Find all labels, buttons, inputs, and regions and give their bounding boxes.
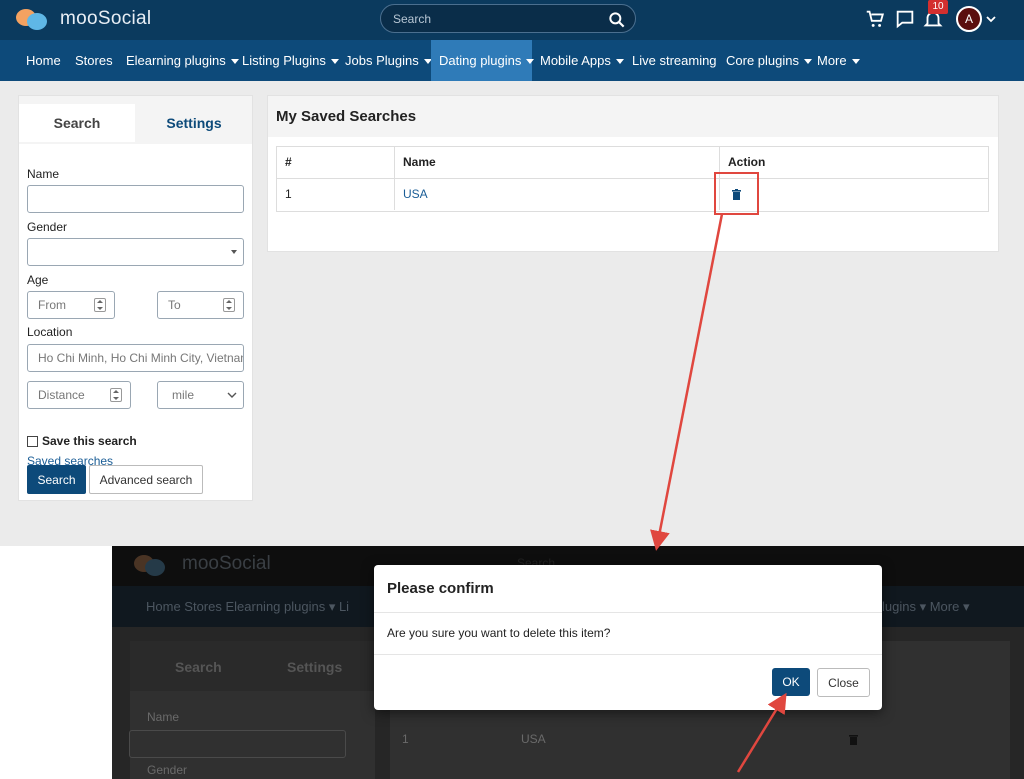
avatar[interactable]: A (956, 6, 982, 32)
dimmed-tab-search: Search (175, 659, 222, 675)
dialog-divider (374, 654, 882, 655)
age-to-placeholder: To (168, 298, 181, 312)
highlight-box (714, 172, 759, 215)
nav-item-home[interactable]: Home (18, 40, 69, 81)
nav-label: Listing Plugins (242, 53, 326, 68)
unit-value: mile (172, 388, 195, 402)
column-header-name: Name (395, 147, 720, 178)
confirm-dialog: Please confirm Are you sure you want to … (374, 565, 882, 710)
nav-label: Core plugins (726, 53, 799, 68)
nav-label: More (817, 53, 847, 68)
location-label: Location (27, 325, 73, 339)
nav-label: Jobs Plugins (345, 53, 419, 68)
dimmed-row-name: USA (521, 732, 546, 746)
dimmed-row-num: 1 (402, 732, 409, 746)
nav-item-stores[interactable]: Stores (67, 40, 121, 81)
search-box (380, 4, 636, 33)
close-button[interactable]: Close (817, 668, 870, 697)
distance-field[interactable]: Distance (27, 381, 131, 409)
dimmed-app-name: mooSocial (182, 553, 271, 574)
distance-placeholder: Distance (38, 388, 85, 402)
nav-label: Dating plugins (439, 53, 522, 68)
nav-label: Live streaming (632, 53, 717, 68)
nav-label: Mobile Apps (540, 53, 611, 68)
gender-select[interactable] (27, 238, 244, 266)
nav-item-more[interactable]: More (809, 40, 868, 81)
advanced-search-button[interactable]: Advanced search (89, 465, 203, 494)
notification-badge: 10 (928, 0, 948, 14)
dialog-divider (374, 612, 882, 613)
name-field[interactable] (27, 185, 244, 213)
search-icon[interactable] (607, 10, 627, 30)
logo-icon (16, 7, 48, 31)
caret-down-icon (851, 59, 860, 65)
unit-select[interactable]: mile (157, 381, 244, 409)
nav-item-dating[interactable]: Dating plugins (431, 40, 535, 81)
saved-search-link[interactable]: USA (395, 179, 720, 210)
age-from-placeholder: From (38, 298, 66, 312)
save-search-checkbox[interactable] (27, 436, 38, 447)
ok-button[interactable]: OK (772, 668, 810, 696)
dialog-title: Please confirm (387, 580, 494, 597)
age-to-field[interactable]: To (157, 291, 244, 319)
dimmed-name-field (129, 730, 346, 758)
dimmed-nav-left: Home Stores Elearning plugins ▾ Li (146, 599, 350, 614)
column-header-num: # (277, 147, 395, 178)
nav-label: Elearning plugins (126, 53, 226, 68)
save-search-label: Save this search (42, 434, 137, 448)
top-bar: mooSocial 10 A (0, 0, 1024, 40)
nav-label: Home (26, 53, 61, 68)
nav-item-core-plugins[interactable]: Core plugins (718, 40, 820, 81)
cart-icon[interactable] (864, 8, 886, 30)
saved-searches-table: # Name Action 1 USA (276, 146, 989, 212)
column-header-action: Action (728, 155, 766, 169)
dimmed-tab-settings: Settings (287, 659, 343, 675)
table-header-row: # Name Action (277, 147, 988, 179)
page-title: My Saved Searches (276, 108, 417, 125)
age-label: Age (27, 273, 49, 287)
dimmed-gender-label: Gender (147, 763, 188, 777)
table-row: 1 USA (277, 179, 988, 211)
app-logo[interactable]: mooSocial (16, 7, 151, 31)
gender-label: Gender (27, 220, 68, 234)
tab-search[interactable]: Search (19, 104, 135, 142)
name-label: Name (27, 167, 60, 181)
nav-item-elearning[interactable]: Elearning plugins (118, 40, 247, 81)
spinner-icon[interactable] (110, 388, 122, 402)
panel-header: My Saved Searches (268, 96, 998, 137)
age-from-field[interactable]: From (27, 291, 115, 319)
row-num: 1 (277, 179, 395, 210)
panel-tabs: Search Settings (19, 96, 252, 144)
nav-item-listing[interactable]: Listing Plugins (234, 40, 347, 81)
chevron-down-icon (227, 392, 237, 398)
chat-icon[interactable] (894, 8, 916, 30)
nav-item-jobs[interactable]: Jobs Plugins (337, 40, 440, 81)
nav-item-mobile-apps[interactable]: Mobile Apps (532, 40, 632, 81)
chevron-down-icon[interactable] (985, 13, 997, 25)
spinner-icon[interactable] (223, 298, 235, 312)
location-field[interactable]: Ho Chi Minh, Ho Chi Minh City, Vietnam (27, 344, 244, 372)
main-nav: Home Stores Elearning plugins Listing Pl… (0, 40, 1024, 81)
nav-item-live-streaming[interactable]: Live streaming (624, 40, 725, 81)
caret-down-icon (615, 59, 624, 65)
app-name: mooSocial (60, 8, 152, 29)
nav-label: Stores (75, 53, 113, 68)
dialog-message: Are you sure you want to delete this ite… (387, 626, 611, 640)
saved-searches-panel: My Saved Searches # Name Action 1 USA (267, 95, 999, 252)
tab-settings[interactable]: Settings (136, 104, 252, 142)
location-value: Ho Chi Minh, Ho Chi Minh City, Vietnam (38, 351, 244, 365)
search-button[interactable]: Search (27, 465, 86, 494)
content-area: Search Settings Name Gender Age From To … (0, 81, 1024, 546)
search-input[interactable] (393, 11, 593, 27)
search-panel: Search Settings Name Gender Age From To … (18, 95, 253, 501)
dimmed-nav-right: lugins ▾ More ▾ (882, 599, 970, 614)
dimmed-tabs: Search Settings (130, 641, 375, 691)
dimmed-name-label: Name (147, 710, 180, 724)
spinner-icon[interactable] (94, 298, 106, 312)
row-action-cell (720, 179, 988, 210)
dimmed-trash-icon (849, 735, 858, 745)
caret-down-icon (231, 250, 237, 254)
